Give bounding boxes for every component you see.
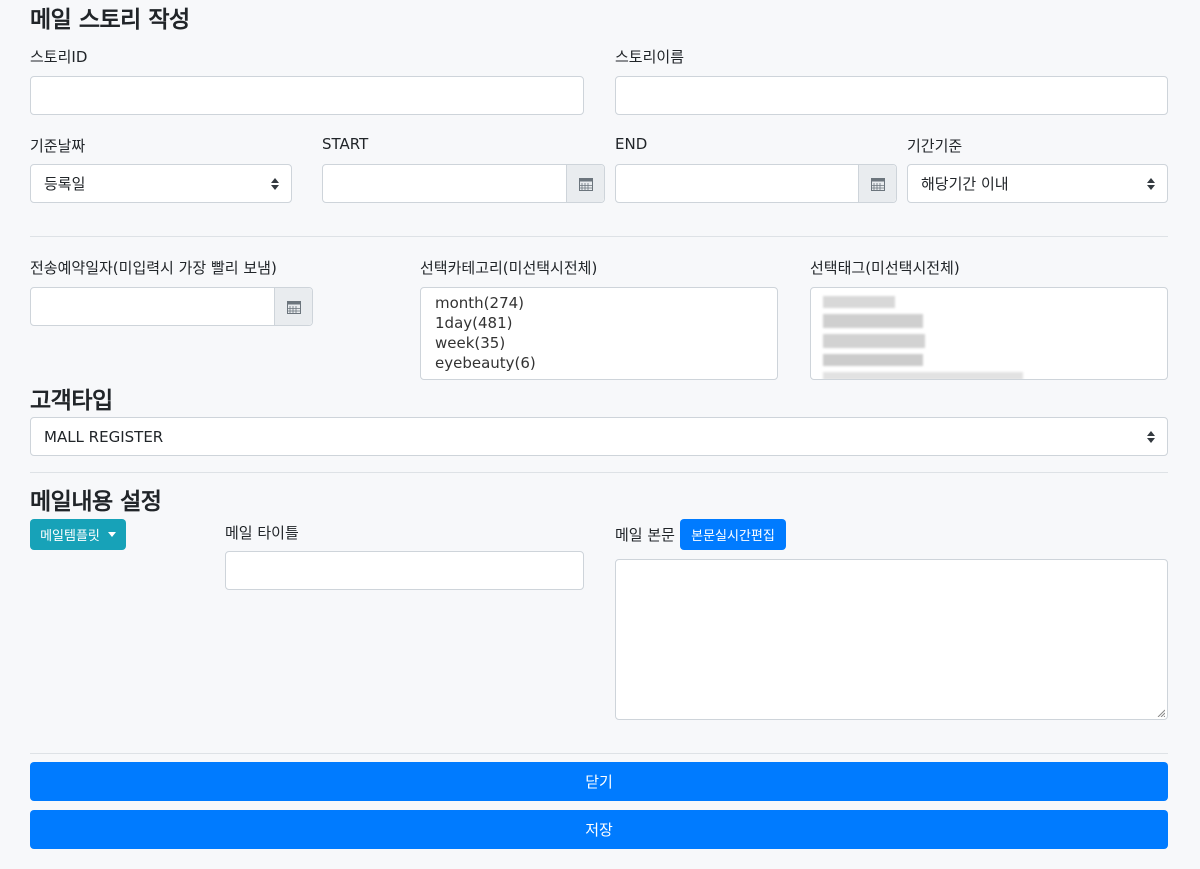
start-date-input[interactable] [323, 165, 563, 202]
sort-caret-icon [1147, 177, 1155, 190]
reserve-date-group [30, 287, 313, 326]
resize-handle-icon[interactable] [1157, 709, 1165, 717]
category-listbox[interactable]: month(274) 1day(481) week(35) eyebeauty(… [420, 287, 778, 380]
reserve-date-label: 전송예약일자(미입력시 가장 빨리 보냄) [30, 259, 277, 277]
period-base-label: 기간기준 [907, 137, 963, 155]
list-item[interactable]: month(274) [435, 293, 763, 313]
mail-title-input[interactable] [225, 551, 584, 590]
divider [30, 753, 1168, 754]
end-calendar-button[interactable] [858, 165, 896, 202]
reserve-date-input[interactable] [31, 288, 271, 325]
calendar-icon [870, 177, 885, 191]
mail-body-textarea[interactable] [615, 559, 1168, 720]
calendar-icon [286, 300, 301, 314]
sort-caret-icon [1147, 430, 1155, 443]
tag-listbox[interactable] [810, 287, 1168, 380]
story-id-label: 스토리ID [30, 48, 88, 66]
calendar-icon [578, 177, 593, 191]
tag-label: 선택태그(미선택시전체) [810, 259, 960, 277]
end-label: END [615, 135, 648, 153]
base-date-select[interactable]: 등록일 [30, 164, 292, 203]
sort-caret-icon [271, 177, 279, 190]
close-button[interactable]: 닫기 [30, 762, 1168, 801]
customer-type-selected: MALL REGISTER [44, 427, 164, 446]
divider [30, 472, 1168, 473]
caret-down-icon [107, 532, 116, 537]
end-date-input[interactable] [616, 165, 856, 202]
mail-template-button[interactable]: 메일템플릿 [30, 519, 126, 550]
start-label: START [322, 135, 369, 153]
blurred-tag-list [819, 294, 1029, 379]
mail-template-label: 메일템플릿 [40, 529, 100, 544]
mail-title-label: 메일 타이틀 [225, 524, 299, 542]
customer-type-heading: 고객타입 [30, 388, 113, 414]
period-base-selected: 해당기간 이내 [921, 175, 1009, 193]
period-base-select[interactable]: 해당기간 이내 [907, 164, 1168, 203]
customer-type-select[interactable]: MALL REGISTER [30, 417, 1168, 456]
list-item[interactable]: week(35) [435, 333, 763, 353]
base-date-label: 기준날짜 [30, 137, 86, 155]
save-button[interactable]: 저장 [30, 810, 1168, 849]
list-item[interactable]: eyebeauty(6) [435, 353, 763, 373]
start-calendar-button[interactable] [566, 165, 604, 202]
mail-settings-heading: 메일내용 설정 [30, 489, 162, 515]
mail-body-label: 메일 본문 [615, 526, 675, 544]
category-label: 선택카테고리(미선택시전체) [420, 259, 598, 277]
story-id-input[interactable] [30, 76, 584, 115]
base-date-selected: 등록일 [44, 175, 86, 193]
story-name-input[interactable] [615, 76, 1168, 115]
list-item[interactable]: 1day(481) [435, 313, 763, 333]
divider [30, 236, 1168, 237]
start-date-group [322, 164, 605, 203]
story-name-label: 스토리이름 [615, 48, 685, 66]
end-date-group [615, 164, 897, 203]
live-edit-button[interactable]: 본문실시간편집 [680, 519, 786, 550]
reserve-calendar-button[interactable] [274, 288, 312, 325]
page-title: 메일 스토리 작성 [30, 7, 190, 33]
